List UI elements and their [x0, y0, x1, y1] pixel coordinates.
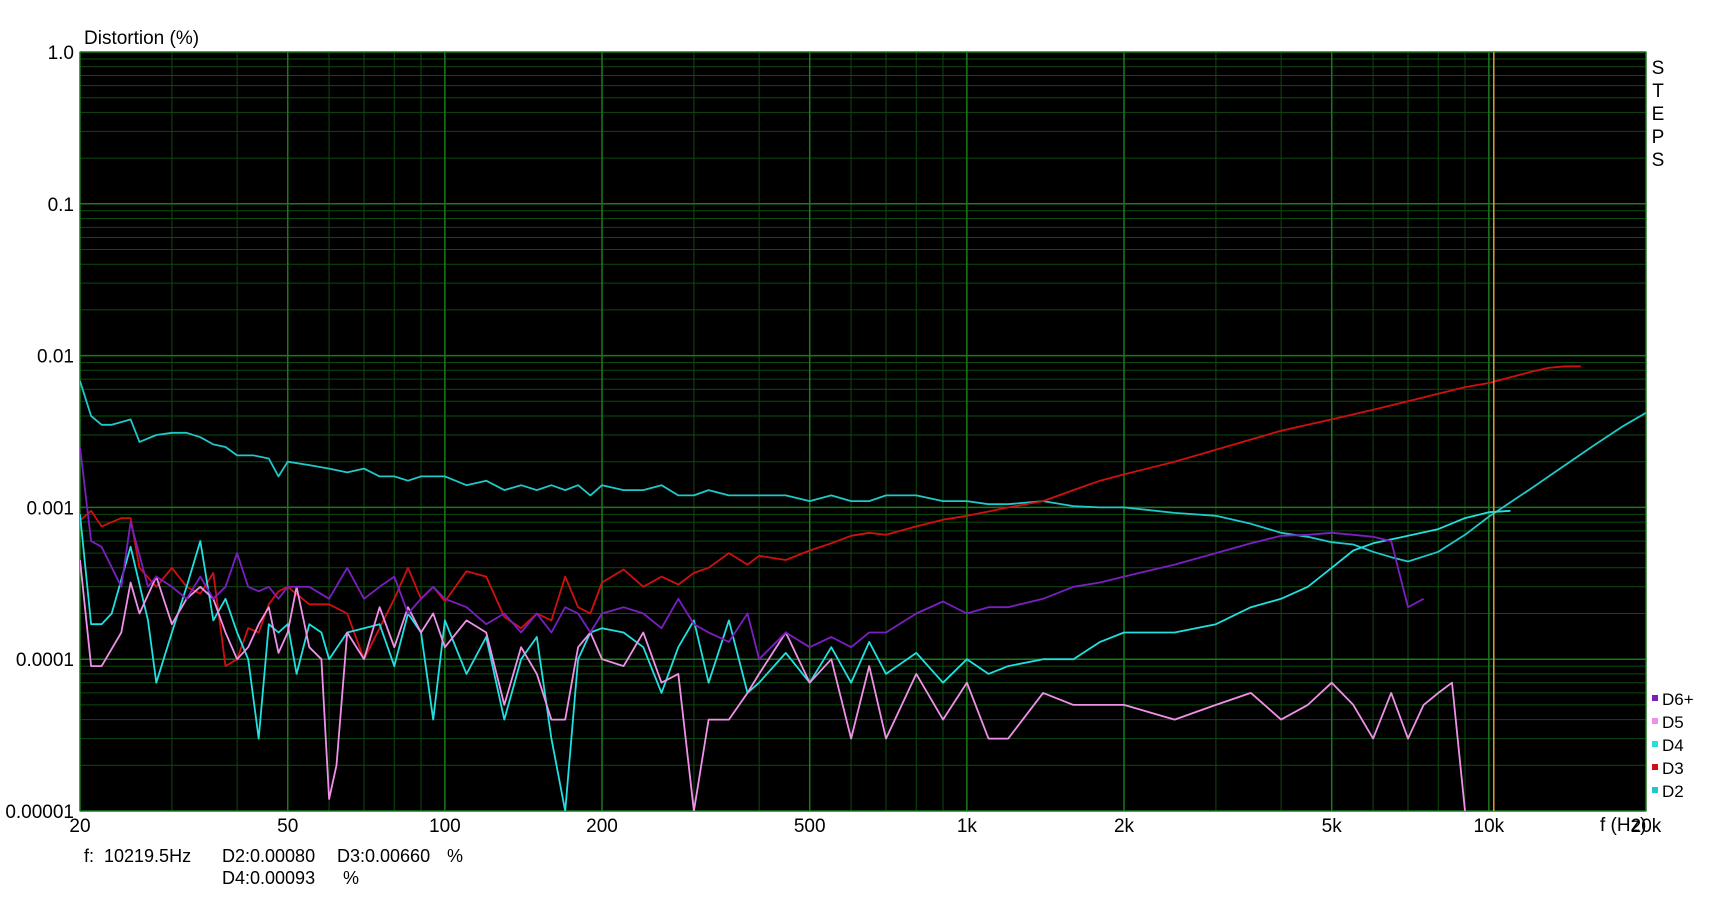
y-tick-label: 0.01	[37, 347, 74, 368]
readout-unit-2: %	[343, 868, 359, 888]
legend-label[interactable]: D4	[1662, 736, 1684, 755]
y-tick-label: 0.001	[26, 498, 74, 519]
steps-side-label[interactable]: STEPS	[1652, 58, 1665, 171]
steps-letter: S	[1652, 150, 1665, 171]
readout-d3: D3:0.00660	[337, 846, 430, 866]
readout-unit-1: %	[447, 846, 463, 866]
distortion-chart: 1.0 0.1 0.01 0.001 0.0001 0.00001 20 50 100 200 5…	[5, 28, 1694, 888]
steps-letter: P	[1652, 127, 1665, 148]
legend-swatch	[1652, 741, 1658, 747]
x-axis-title: f (Hz)	[1600, 815, 1646, 836]
legend-label[interactable]: D6+	[1662, 690, 1694, 709]
readout-freq-label: f:	[84, 846, 94, 866]
x-tick-label: 10k	[1474, 816, 1505, 837]
y-tick-label: 1.0	[48, 43, 74, 64]
legend-swatch	[1652, 695, 1658, 701]
x-tick-label: 200	[586, 816, 618, 837]
x-tick-label: 5k	[1322, 816, 1343, 837]
steps-letter: E	[1652, 104, 1665, 125]
x-tick-label: 2k	[1114, 816, 1135, 837]
x-tick-label: 20	[69, 816, 90, 837]
cursor-readout: f: 10219.5Hz D2:0.00080 D3:0.00660 % D4:…	[84, 846, 463, 888]
y-axis-title: Distortion (%)	[84, 28, 199, 49]
steps-letter: S	[1652, 58, 1665, 79]
plot-area[interactable]	[79, 51, 1647, 812]
readout-d2: D2:0.00080	[222, 846, 315, 866]
legend-label[interactable]: D3	[1662, 759, 1684, 778]
y-tick-label: 0.1	[48, 195, 74, 216]
legend-label[interactable]: D5	[1662, 713, 1684, 732]
steps-letter: T	[1652, 81, 1664, 102]
x-tick-label: 100	[429, 816, 461, 837]
readout-freq-value: 10219.5Hz	[104, 846, 191, 866]
x-tick-label: 1k	[957, 816, 978, 837]
y-tick-label: 0.00001	[5, 802, 74, 823]
x-tick-label: 500	[794, 816, 826, 837]
x-tick-labels: 20 50 100 200 500 1k 2k 5k 10k 20k	[69, 816, 1661, 837]
x-tick-label: 50	[277, 816, 298, 837]
legend-swatch	[1652, 787, 1658, 793]
legend: D6+ D5 D4 D3 D2	[1652, 690, 1694, 801]
legend-swatch	[1652, 718, 1658, 724]
y-tick-labels: 1.0 0.1 0.01 0.001 0.0001 0.00001	[5, 43, 74, 823]
legend-label[interactable]: D2	[1662, 782, 1684, 801]
readout-d4: D4:0.00093	[222, 868, 315, 888]
legend-swatch	[1652, 764, 1658, 770]
y-tick-label: 0.0001	[16, 650, 74, 671]
